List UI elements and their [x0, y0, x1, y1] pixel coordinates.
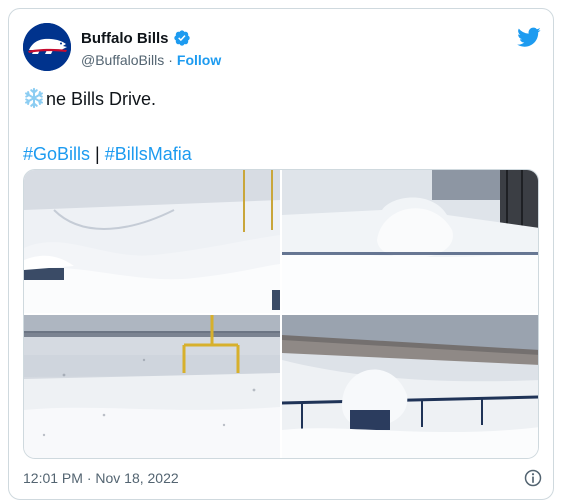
account-handle[interactable]: @BuffaloBills: [81, 52, 164, 68]
tweet-card[interactable]: Buffalo Bills @BuffaloBills · Follow ne …: [8, 8, 554, 500]
hashtag-billsmafia[interactable]: #BillsMafia: [105, 144, 192, 164]
display-name[interactable]: Buffalo Bills: [81, 30, 169, 47]
hashtag-gobills[interactable]: #GoBills: [23, 144, 90, 164]
tweet-timestamp[interactable]: 12:01 PM · Nov 18, 2022: [23, 470, 179, 486]
buffalo-logo: [23, 23, 71, 71]
hashtag-line: #GoBills | #BillsMafia: [23, 142, 192, 166]
follow-button[interactable]: Follow: [177, 52, 221, 68]
photo-snowy-field-goalpost[interactable]: [24, 170, 280, 313]
tweet-text: ne Bills Drive.: [23, 87, 543, 111]
tweet-body-text: ne Bills Drive.: [46, 89, 157, 109]
hashtag-separator: |: [95, 144, 100, 164]
tweet-footer: 12:01 PM · Nov 18, 2022: [23, 467, 543, 489]
handle-separator: ·: [168, 52, 173, 68]
photo-snow-covered-railings[interactable]: [282, 315, 538, 458]
twitter-bird-icon[interactable]: [517, 25, 541, 49]
verified-badge-icon: [173, 29, 191, 47]
snowflake-icon: [23, 87, 45, 109]
tweet-header: Buffalo Bills @BuffaloBills · Follow: [23, 23, 543, 75]
photo-field-yellow-goalpost[interactable]: [24, 315, 280, 458]
photo-buried-seats[interactable]: [282, 170, 538, 313]
account-names: Buffalo Bills @BuffaloBills · Follow: [81, 28, 221, 69]
info-icon[interactable]: [523, 468, 543, 488]
photo-grid: [23, 169, 539, 459]
avatar[interactable]: [23, 23, 71, 71]
